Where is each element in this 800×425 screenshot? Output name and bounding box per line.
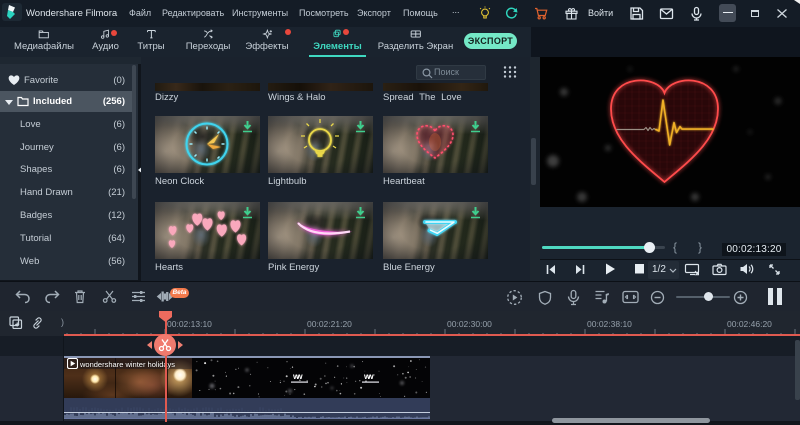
svg-text:w: w [366,371,374,381]
svg-text:w: w [295,371,303,381]
